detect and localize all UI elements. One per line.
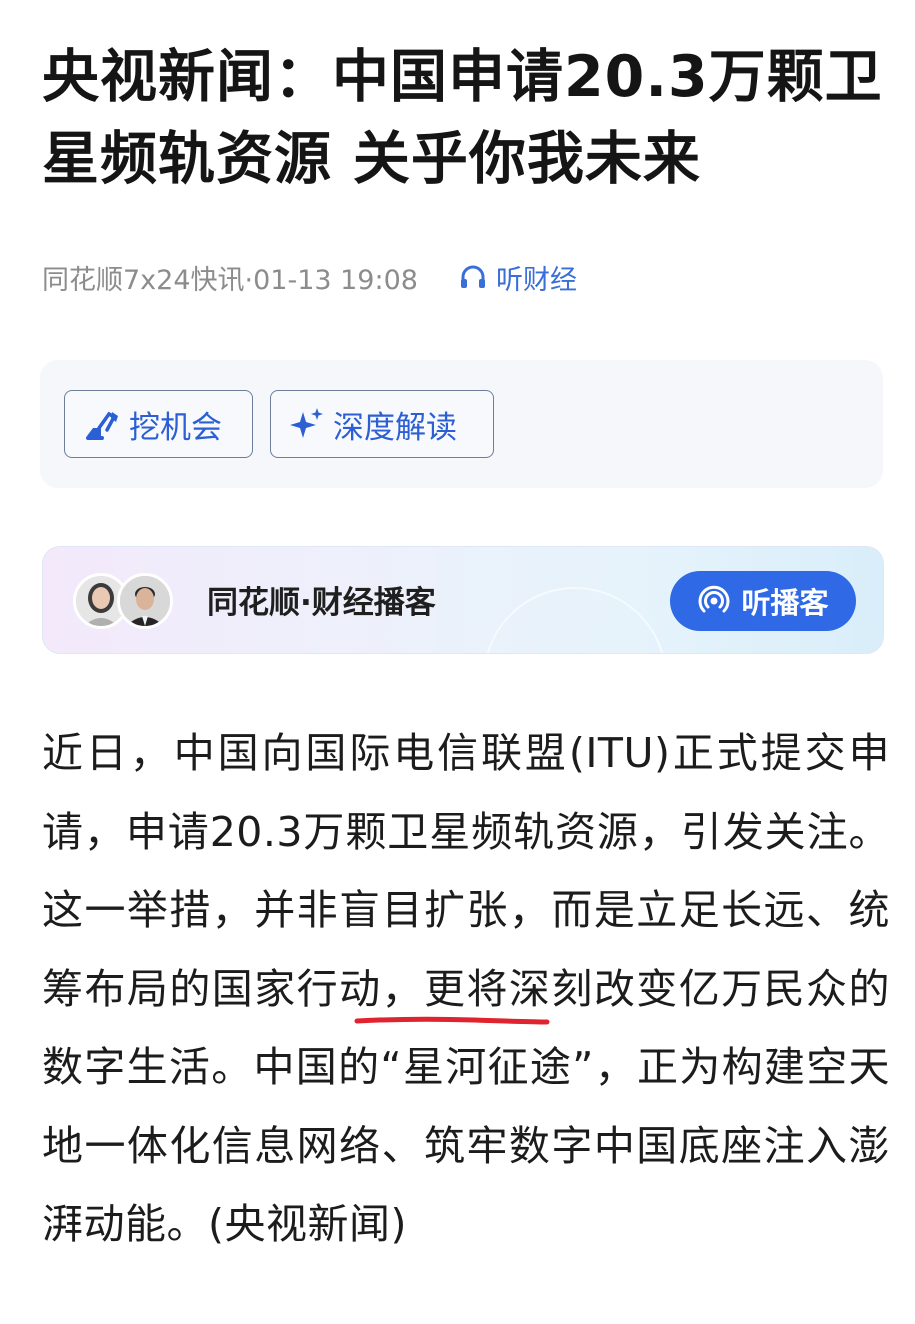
- sparkle-icon: [290, 408, 323, 438]
- avatar-host-male: [117, 573, 173, 629]
- podcast-signal-icon: [699, 585, 730, 613]
- handdrawn-underline: [354, 1016, 550, 1025]
- podcast-name: 同花顺·财经播客: [207, 585, 436, 621]
- opportunity-label: 挖机会: [129, 409, 222, 446]
- headphones-icon: [460, 265, 485, 288]
- listen-finance-label: 听财经: [495, 264, 577, 296]
- listen-podcast-button[interactable]: 听播客: [670, 571, 856, 631]
- ai-tools-panel: 挖机会 深度解读: [40, 360, 883, 488]
- podcast-banner[interactable]: 同花顺·财经播客 听播客: [42, 546, 884, 654]
- deep-read-label: 深度解读: [333, 409, 457, 446]
- article-title: 央视新闻：中国申请20.3万颗卫星频轨资源 关乎你我未来: [42, 44, 883, 192]
- opportunity-button[interactable]: 挖机会: [64, 390, 253, 458]
- deep-read-button[interactable]: 深度解读: [270, 390, 494, 458]
- excavator-icon: [86, 411, 118, 440]
- listen-finance-button[interactable]: 听财经: [458, 258, 577, 297]
- listen-podcast-label: 听播客: [741, 586, 829, 620]
- article-meta: 同花顺7x24快讯·01-13 19:08 听财经: [42, 255, 577, 299]
- decorative-ring: [483, 587, 667, 653]
- source-time: 同花顺7x24快讯·01-13 19:08: [42, 264, 418, 296]
- article-body: 近日，中国向国际电信联盟(ITU)正式提交申请，申请20.3万颗卫星频轨资源，引…: [42, 729, 890, 1248]
